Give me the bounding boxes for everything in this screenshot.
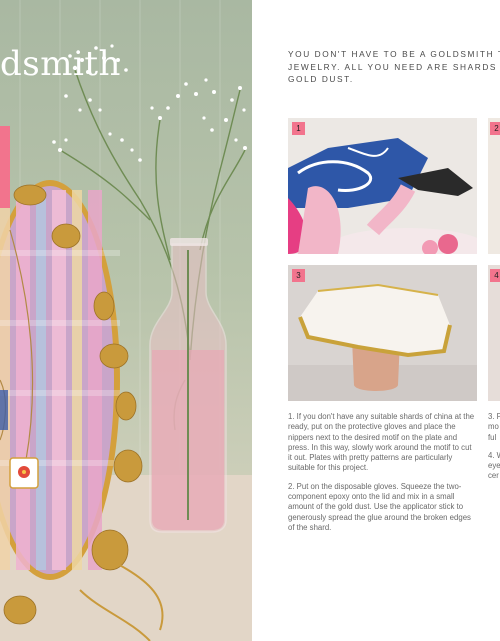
intro-line-2: JEWELRY. ALL YOU NEED ARE SHARDS OF CHI	[288, 61, 500, 72]
step-instructions-side: 3. P mo ful 4. W eye cer	[488, 412, 500, 482]
accent-tab	[0, 126, 10, 208]
step-badge-4: 4	[490, 269, 500, 282]
necklace-display-illustration	[0, 0, 252, 641]
step-photo-4: 4	[488, 265, 500, 401]
left-page-photo: dsmith	[0, 0, 252, 641]
step-photo-3: 3	[288, 265, 477, 401]
step-4-fragment-1: 4. W	[488, 450, 500, 460]
intro-line-3: GOLD DUST.	[288, 74, 354, 84]
step-1-text: 1. If you don't have any suitable shards…	[288, 412, 475, 473]
step-4-fragment-2: eye	[488, 461, 500, 471]
glued-shard-illustration	[288, 265, 477, 401]
article-title-fragment: dsmith	[0, 44, 121, 84]
intro-text: YOU DON'T HAVE TO BE A GOLDSMITH TO DE J…	[288, 48, 500, 86]
step-3-fragment-1: 3. P	[488, 412, 500, 421]
step-photo-2: 2	[488, 118, 500, 254]
step-3-fragment-2: mo	[488, 422, 499, 432]
step-badge-3: 3	[292, 269, 305, 282]
step-photo-1: 1	[288, 118, 477, 254]
step-2-text: 2. Put on the disposable gloves. Squeeze…	[288, 481, 471, 532]
step-badge-2: 2	[490, 122, 500, 135]
intro-line-1: YOU DON'T HAVE TO BE A GOLDSMITH TO DE	[288, 49, 500, 59]
step-instructions-main: 1. If you don't have any suitable shards…	[288, 412, 477, 541]
step-4-fragment-3: cer	[488, 471, 499, 481]
step-badge-1: 1	[292, 122, 305, 135]
step-3-fragment-3: ful	[488, 432, 497, 442]
cutting-china-illustration	[288, 118, 477, 254]
